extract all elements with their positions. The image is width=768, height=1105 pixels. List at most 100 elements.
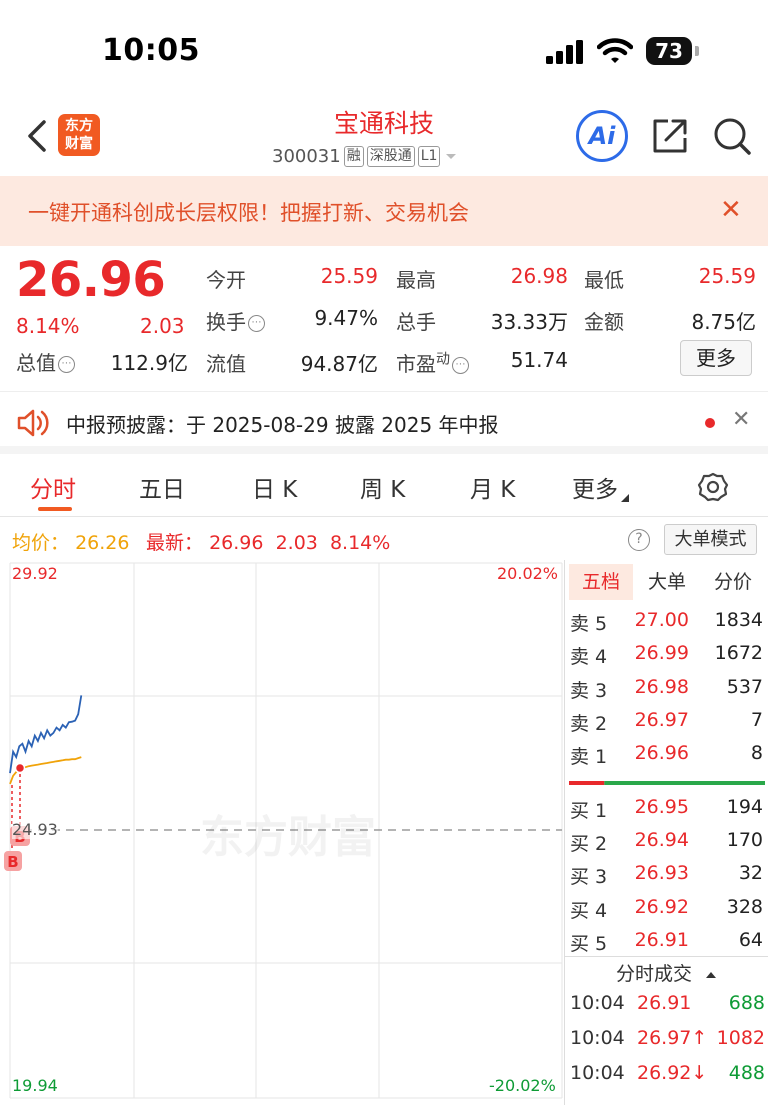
bid-volume: 170 — [726, 829, 763, 851]
info-icon[interactable]: ⋯ — [452, 357, 469, 374]
price-line — [9, 695, 83, 774]
float-cap-value: 94.87亿 — [300, 352, 378, 376]
promo-banner-text[interactable]: 一键开通科创成长层权限！把握打新、交易机会 — [28, 197, 469, 227]
bid-price: 26.91 — [634, 929, 689, 951]
bid-row[interactable]: 买 2 26.94 170 — [565, 825, 768, 858]
ask-row[interactable]: 卖 1 26.96 8 — [565, 738, 768, 771]
bid-label: 买 5 — [570, 933, 608, 955]
promo-banner[interactable]: 一键开通科创成长层权限！把握打新、交易机会 ✕ — [0, 176, 768, 246]
quote-panel: 26.96 8.14% 2.03 总值 ⋯ 112.9亿 今开 25.59 最高 … — [0, 246, 768, 392]
ask-row[interactable]: 卖 2 26.97 7 — [565, 705, 768, 738]
tab-price-distribution[interactable]: 分价 — [701, 564, 765, 600]
buy-marker-dot — [14, 762, 26, 774]
connect-tag: 深股通 — [366, 146, 415, 167]
trades-header[interactable]: 分时成交 — [565, 956, 768, 990]
status-bar: 10:05 73 — [0, 0, 768, 100]
bid-label: 买 3 — [570, 866, 608, 888]
low-value: 25.59 — [698, 264, 756, 288]
ask-row[interactable]: 卖 5 27.00 1834 — [565, 605, 768, 638]
bid-label: 买 4 — [570, 900, 608, 922]
tab-weekly-k[interactable]: 周 K — [360, 470, 405, 504]
search-icon[interactable] — [712, 116, 752, 156]
chart-tabs: 分时 五日 日 K 周 K 月 K 更多 — [0, 462, 768, 517]
trade-row[interactable]: 10:04 26.97↑ 1082 — [565, 1023, 768, 1059]
tab-monthly-k[interactable]: 月 K — [470, 470, 515, 504]
ask-volume: 537 — [726, 676, 763, 698]
tab-five-levels[interactable]: 五档 — [569, 564, 633, 600]
tab-daily-k[interactable]: 日 K — [252, 470, 297, 504]
high-label: 最高 — [396, 268, 436, 292]
pct-axis-max: 20.02% — [497, 564, 559, 583]
notice-text[interactable]: 中报预披露：于 2025-08-29 披露 2025 年中报 — [66, 409, 499, 438]
volume-value: 33.33万 — [490, 310, 568, 334]
trade-time: 10:04 — [570, 992, 625, 1014]
intraday-chart-svg: 东方财富 B B — [4, 562, 563, 1099]
market-cap-value: 112.9亿 — [110, 351, 188, 375]
bid-row[interactable]: 买 1 26.95 194 — [565, 792, 768, 825]
tab-intraday[interactable]: 分时 — [30, 470, 76, 504]
ask-price: 26.97 — [634, 709, 689, 731]
bid-volume: 64 — [738, 929, 763, 951]
trade-volume: 688 — [728, 992, 765, 1014]
open-value: 25.59 — [320, 264, 378, 288]
tab-big-orders[interactable]: 大单 — [635, 564, 699, 600]
ask-label: 卖 5 — [570, 613, 608, 635]
turnover-value: 9.47% — [314, 306, 378, 330]
high-value: 26.98 — [510, 264, 568, 288]
ai-assistant-icon[interactable]: Ai — [576, 110, 628, 162]
speaker-icon — [17, 409, 49, 437]
bid-row[interactable]: 买 3 26.93 32 — [565, 858, 768, 891]
trade-time: 10:04 — [570, 1062, 625, 1084]
banner-close-icon[interactable]: ✕ — [720, 197, 742, 223]
chart-info-row: 均价： 26.26 最新： 26.96 2.03 8.14% ? 大单模式 — [0, 520, 768, 560]
gear-icon[interactable] — [697, 471, 729, 503]
ask-label: 卖 1 — [570, 746, 608, 768]
unread-dot — [705, 418, 715, 428]
tab-five-day[interactable]: 五日 — [139, 470, 185, 504]
stock-code-row[interactable]: 300031 融 深股通 L1 — [272, 146, 459, 167]
pe-label-text: 市盈 — [396, 352, 436, 376]
bid-row[interactable]: 买 5 26.91 64 — [565, 925, 768, 958]
chart-watermark: 东方财富 — [200, 812, 376, 863]
intraday-chart[interactable]: 东方财富 B B 29.92 20.02% 24.93 19.94 -20.02… — [0, 560, 564, 1105]
trade-volume: 1082 — [716, 1027, 765, 1049]
trade-row[interactable]: 10:04 26.92↓ 488 — [565, 1058, 768, 1094]
ask-volume: 8 — [750, 742, 763, 764]
caret-up-icon — [706, 972, 717, 978]
notice-close-icon[interactable]: ✕ — [732, 407, 750, 432]
order-book-tabs: 五档 大单 分价 — [565, 564, 768, 600]
share-icon[interactable] — [650, 116, 690, 156]
market-cap-label: 总值 ⋯ — [16, 347, 75, 376]
help-icon[interactable]: ? — [628, 529, 650, 551]
market-cap-label-text: 总值 — [16, 351, 56, 375]
info-icon[interactable]: ⋯ — [248, 315, 265, 332]
ask-label: 卖 4 — [570, 646, 608, 668]
big-order-mode-button[interactable]: 大单模式 — [664, 524, 757, 555]
float-cap-label: 流值 — [206, 352, 246, 376]
latest-change: 2.03 — [275, 532, 318, 554]
more-button[interactable]: 更多 — [680, 340, 752, 376]
buy-marker-label-2: B — [7, 853, 18, 871]
tab-more[interactable]: 更多 — [572, 470, 630, 504]
order-book-panel: 五档 大单 分价 卖 5 27.00 1834 卖 4 26.99 1672 卖 3 26… — [564, 560, 768, 1105]
tab-more-label: 更多 — [572, 477, 618, 503]
active-tab-indicator — [38, 507, 72, 511]
notice-bar[interactable]: 中报预披露：于 2025-08-29 披露 2025 年中报 ✕ — [0, 392, 768, 454]
cellular-signal-icon — [546, 40, 583, 64]
caret-down-icon — [446, 153, 457, 159]
bid-row[interactable]: 买 4 26.92 328 — [565, 892, 768, 925]
trade-volume: 488 — [728, 1062, 765, 1084]
ratio-sell-segment — [604, 781, 765, 785]
ask-price: 26.99 — [634, 642, 689, 664]
y-axis-mid: 24.93 — [12, 820, 58, 839]
stock-code: 300031 — [272, 146, 341, 167]
amount-value: 8.75亿 — [691, 310, 756, 334]
latest-pct: 8.14% — [329, 532, 391, 554]
trade-time: 10:04 — [570, 1027, 625, 1049]
ask-row[interactable]: 卖 4 26.99 1672 — [565, 638, 768, 671]
info-icon[interactable]: ⋯ — [58, 356, 75, 373]
trade-row[interactable]: 10:04 26.91 688 — [565, 988, 768, 1024]
last-price: 26.96 — [16, 252, 166, 308]
latest-label: 最新： — [146, 532, 204, 554]
ask-row[interactable]: 卖 3 26.98 537 — [565, 672, 768, 705]
